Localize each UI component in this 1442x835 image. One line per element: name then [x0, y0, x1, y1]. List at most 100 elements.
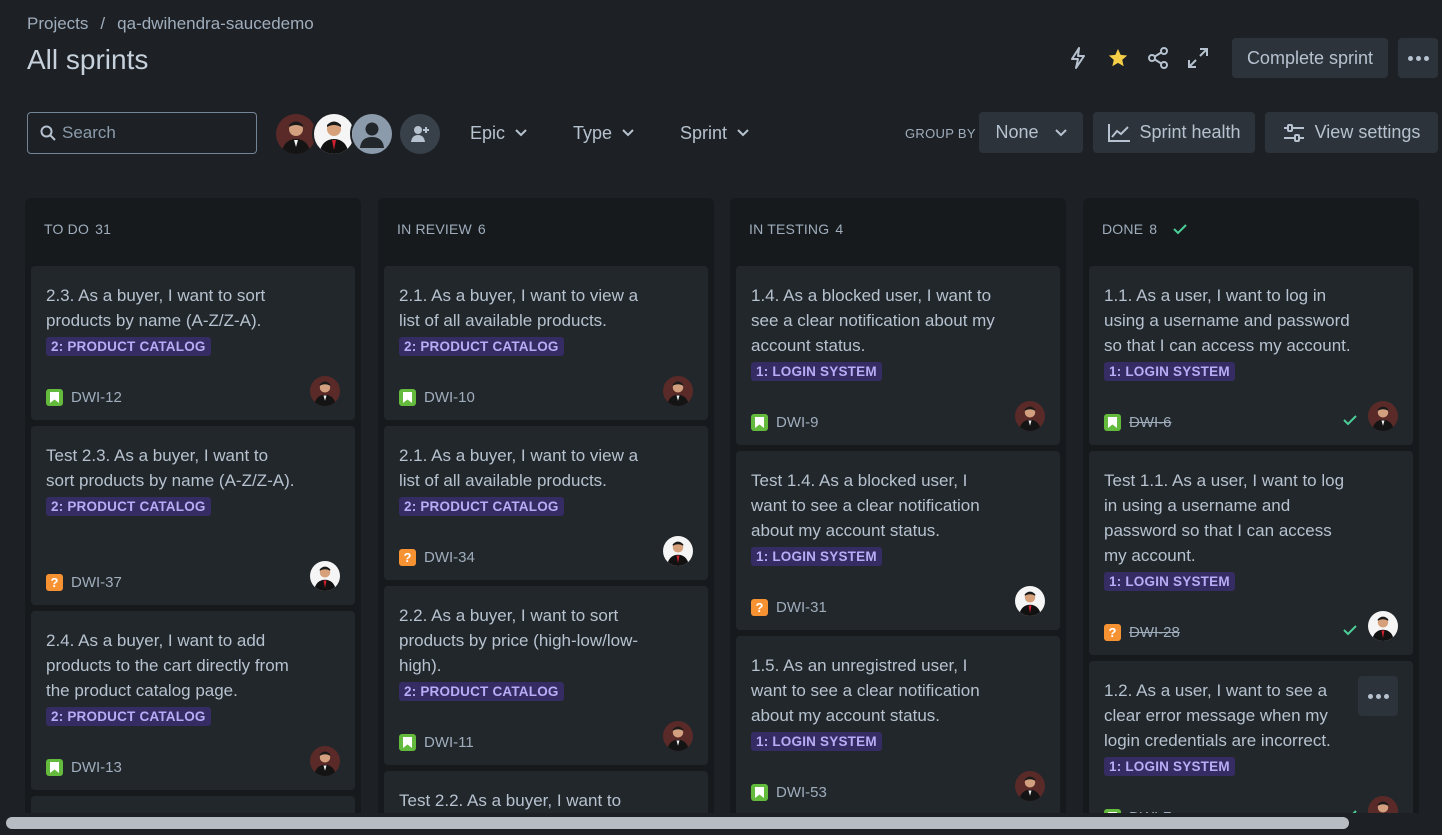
- issue-key[interactable]: DWI-37: [71, 574, 122, 591]
- avatar-unassigned[interactable]: [350, 112, 394, 156]
- automation-button[interactable]: [1058, 38, 1098, 78]
- issue-key[interactable]: DWI-28: [1129, 624, 1180, 641]
- epic-lozenge[interactable]: 1: LOGIN SYSTEM: [1104, 362, 1235, 381]
- column-title: TO DO: [44, 221, 90, 237]
- column-count: 31: [95, 221, 112, 237]
- fullscreen-button[interactable]: [1178, 38, 1218, 78]
- epic-lozenge[interactable]: 2: PRODUCT CATALOG: [399, 337, 564, 356]
- issue-card[interactable]: Test 2.3. As a buyer, I want to sort pro…: [31, 426, 355, 605]
- issue-key[interactable]: DWI-31: [776, 599, 827, 616]
- assignee-avatar[interactable]: [1015, 771, 1045, 801]
- more-actions-button[interactable]: [1398, 38, 1438, 78]
- horizontal-scrollbar[interactable]: [0, 813, 1442, 835]
- scrollbar-thumb[interactable]: [6, 817, 1349, 829]
- issue-card[interactable]: Test 1.1. As a user, I want to log in us…: [1089, 451, 1413, 655]
- assignee-avatar[interactable]: [663, 376, 693, 406]
- chevron-down-icon: [1054, 128, 1067, 136]
- column-count: 6: [477, 221, 486, 237]
- group-by-select[interactable]: None: [979, 112, 1083, 153]
- card-footer: ? DWI-31: [751, 599, 827, 616]
- epic-lozenge[interactable]: 1: LOGIN SYSTEM: [751, 732, 882, 751]
- add-people-button[interactable]: [400, 114, 440, 154]
- card-summary: 1.1. As a user, I want to log in using a…: [1104, 286, 1351, 355]
- issue-card[interactable]: 2.2. As a buyer, I want to sort products…: [384, 586, 708, 765]
- epic-lozenge[interactable]: 1: LOGIN SYSTEM: [1104, 572, 1235, 591]
- issue-card[interactable]: 2.1. As a buyer, I want to view a list o…: [384, 266, 708, 420]
- card-summary: 1.4. As a blocked user, I want to see a …: [751, 286, 995, 355]
- epic-lozenge[interactable]: 2: PRODUCT CATALOG: [399, 497, 564, 516]
- issue-key[interactable]: DWI-9: [776, 414, 819, 431]
- search-icon: [40, 125, 56, 141]
- issue-card[interactable]: 1.2. As a user, I want to see a clear er…: [1089, 661, 1413, 813]
- card-summary: 1.2. As a user, I want to see a clear er…: [1104, 681, 1331, 750]
- breadcrumb-separator: /: [100, 14, 106, 33]
- epic-lozenge[interactable]: 1: LOGIN SYSTEM: [751, 547, 882, 566]
- column-header: TO DO 31: [25, 198, 361, 260]
- column-title: IN REVIEW: [397, 221, 472, 237]
- assignee-avatar[interactable]: [310, 561, 340, 591]
- card-footer: DWI-12: [46, 389, 122, 406]
- epic-lozenge[interactable]: 2: PRODUCT CATALOG: [46, 707, 211, 726]
- issue-card[interactable]: 1.1. As a user, I want to log in using a…: [1089, 266, 1413, 445]
- card-footer: ? DWI-37: [46, 574, 122, 591]
- assignee-avatar[interactable]: [310, 746, 340, 776]
- card-summary: Test 2.3. As a buyer, I want to sort pro…: [46, 446, 295, 490]
- assignee-avatar[interactable]: [310, 376, 340, 406]
- issue-card[interactable]: Test 1.4. As a blocked user, I want to s…: [736, 451, 1060, 630]
- breadcrumb-projects-link[interactable]: Projects: [27, 14, 88, 33]
- epic-lozenge[interactable]: 2: PRODUCT CATALOG: [46, 497, 211, 516]
- issue-card[interactable]: 1.4. As a blocked user, I want to see a …: [736, 266, 1060, 445]
- issue-card[interactable]: 2.3. As a buyer, I want to sort products…: [31, 266, 355, 420]
- epic-lozenge[interactable]: 1: LOGIN SYSTEM: [1104, 757, 1235, 776]
- line-chart-icon: [1108, 123, 1131, 142]
- column-count: 8: [1149, 221, 1158, 237]
- issue-key[interactable]: DWI-13: [71, 759, 122, 776]
- issue-key[interactable]: DWI-10: [424, 389, 475, 406]
- issue-card[interactable]: [31, 796, 355, 813]
- search-input[interactable]: [62, 123, 242, 143]
- question-icon: ?: [1104, 624, 1121, 641]
- issue-card[interactable]: 2.1. As a buyer, I want to view a list o…: [384, 426, 708, 580]
- issue-key[interactable]: DWI-12: [71, 389, 122, 406]
- card-more-button[interactable]: [1358, 676, 1398, 716]
- issue-key[interactable]: DWI-34: [424, 549, 475, 566]
- epic-lozenge[interactable]: 2: PRODUCT CATALOG: [399, 682, 564, 701]
- issue-card[interactable]: Test 2.2. As a buyer, I want to: [384, 771, 708, 813]
- epic-lozenge[interactable]: 1: LOGIN SYSTEM: [751, 362, 882, 381]
- issue-card[interactable]: 1.5. As an unregistred user, I want to s…: [736, 636, 1060, 813]
- assignee-avatar[interactable]: [663, 721, 693, 751]
- lightning-icon: [1070, 47, 1085, 69]
- assignee-avatar[interactable]: [1368, 401, 1398, 431]
- star-button[interactable]: [1098, 38, 1138, 78]
- view-settings-button[interactable]: View settings: [1265, 112, 1438, 153]
- card-footer: DWI-53: [751, 784, 827, 801]
- sprint-filter[interactable]: Sprint: [680, 112, 749, 154]
- complete-sprint-button[interactable]: Complete sprint: [1231, 38, 1388, 78]
- breadcrumb-project-link[interactable]: qa-dwihendra-saucedemo: [117, 14, 314, 33]
- epic-lozenge[interactable]: 2: PRODUCT CATALOG: [46, 337, 211, 356]
- question-icon: ?: [399, 549, 416, 566]
- sprint-board: TO DO 31 2.3. As a buyer, I want to sort …: [25, 198, 1442, 813]
- type-filter[interactable]: Type: [573, 112, 634, 154]
- assignee-avatar[interactable]: [1368, 611, 1398, 641]
- column-in-testing: IN TESTING 4 1.4. As a blocked user, I wa…: [730, 198, 1066, 813]
- card-footer: DWI-11: [399, 734, 474, 751]
- group-by-label: GROUP BY: [905, 126, 976, 141]
- card-summary: 2.1. As a buyer, I want to view a list o…: [399, 286, 639, 330]
- issue-card[interactable]: 2.4. As a buyer, I want to add products …: [31, 611, 355, 790]
- add-person-icon: [411, 126, 429, 142]
- sprint-filter-label: Sprint: [680, 122, 728, 143]
- assignee-avatar[interactable]: [1015, 586, 1045, 616]
- assignee-avatar[interactable]: [663, 536, 693, 566]
- assignee-avatar[interactable]: [1015, 401, 1045, 431]
- issue-key[interactable]: DWI-6: [1129, 414, 1172, 431]
- column-header: IN REVIEW 6: [378, 198, 714, 260]
- issue-key[interactable]: DWI-53: [776, 784, 827, 801]
- sprint-health-button[interactable]: Sprint health: [1093, 112, 1255, 153]
- epic-filter[interactable]: Epic: [470, 112, 527, 154]
- card-summary: 2.2. As a buyer, I want to sort products…: [399, 606, 639, 675]
- share-button[interactable]: [1138, 38, 1178, 78]
- assignee-avatar[interactable]: [1368, 796, 1398, 813]
- issue-key[interactable]: DWI-11: [424, 734, 474, 751]
- card-footer: ? DWI-28: [1104, 624, 1180, 641]
